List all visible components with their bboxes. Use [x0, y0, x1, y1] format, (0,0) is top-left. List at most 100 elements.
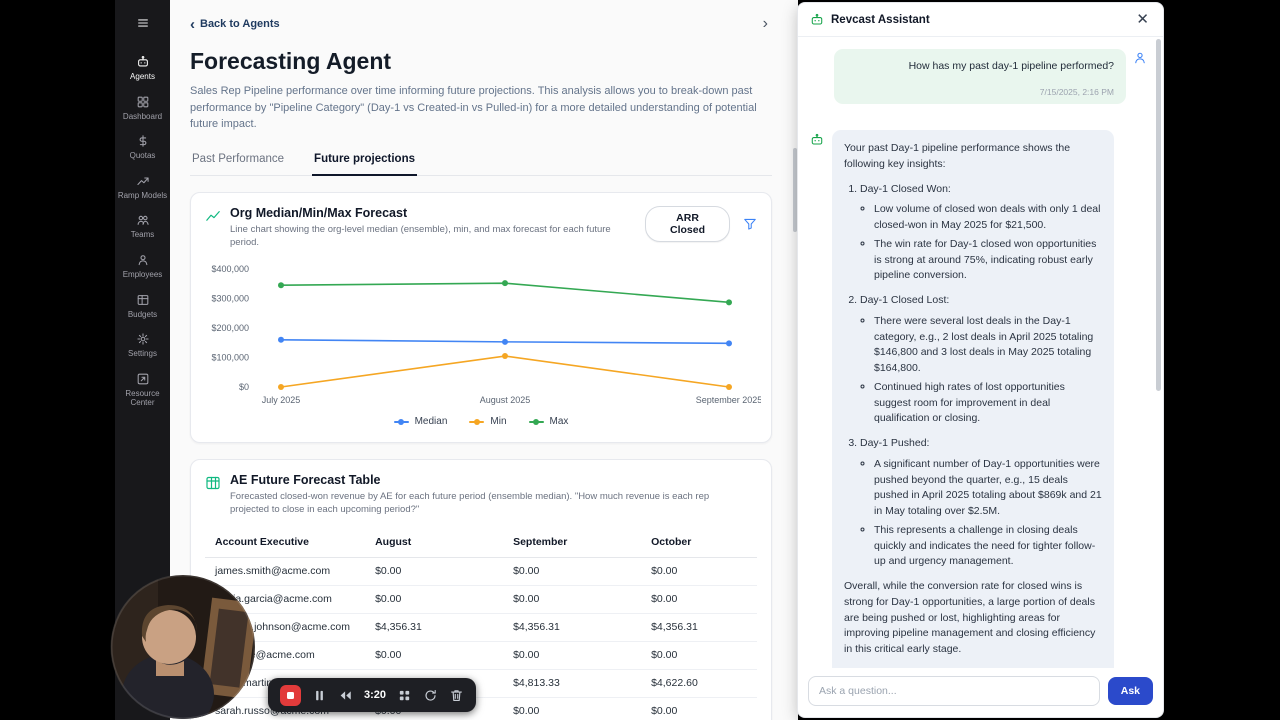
table-cell: $4,356.31 — [641, 613, 757, 642]
grid-icon — [399, 690, 410, 700]
table-cell: $4,356.31 — [503, 613, 642, 642]
sidebar-item-resource-center[interactable]: Resource Center — [118, 372, 168, 408]
insight-section: Day-1 Closed Won: Low volume of closed wo… — [860, 182, 1102, 285]
sidebar-item-quotas[interactable]: Quotas — [118, 134, 168, 161]
arr-closed-button[interactable]: ARR Closed — [645, 205, 730, 242]
app-window: Agents Dashboard Quotas Ramp Models Teams Emp… — [115, 0, 1165, 720]
sidebar-item-employees[interactable]: Employees — [118, 253, 168, 280]
teams-icon — [137, 216, 149, 226]
table-cell: $0.00 — [365, 585, 504, 614]
assistant-header: Revcast Assistant ✕ — [798, 3, 1163, 37]
restart-recording-button[interactable] — [423, 688, 438, 703]
sidebar-item-label: Ramp Models — [117, 190, 168, 200]
robot-icon — [810, 13, 824, 27]
trash-icon — [451, 689, 462, 701]
assistant-followup: If you want, I can also provide recommen… — [844, 667, 1102, 669]
hamburger-icon — [137, 19, 148, 27]
budgets-icon — [137, 294, 148, 305]
legend-item-min[interactable]: Min — [469, 416, 507, 427]
table-cell: $4,356.31 — [365, 613, 504, 642]
back-to-agents-link[interactable]: ‹ Back to Agents — [190, 17, 280, 32]
table-cell: $0.00 — [641, 697, 757, 720]
chart-subtitle: Line chart showing the org-level median … — [230, 223, 611, 248]
svg-text:$100,000: $100,000 — [211, 353, 249, 363]
line-chart-icon — [205, 208, 221, 224]
main-scrollbar[interactable] — [793, 148, 797, 232]
tab-future-projections[interactable]: Future projections — [312, 153, 417, 176]
table-cell: $4,813.33 — [503, 669, 642, 698]
svg-text:$200,000: $200,000 — [211, 323, 249, 333]
sidebar-item-teams[interactable]: Teams — [118, 213, 168, 240]
table-title: AE Future Forecast Table — [230, 473, 381, 488]
table-subtitle: Forecasted closed-won revenue by AE for … — [230, 491, 710, 516]
recorder-toolbar: 3:20 — [268, 678, 477, 712]
assistant-message: Your past Day-1 pipeline performance sho… — [832, 130, 1114, 668]
assistant-message-row: Your past Day-1 pipeline performance sho… — [810, 130, 1147, 668]
assistant-panel: Revcast Assistant ✕ How has my past day-… — [798, 3, 1163, 717]
sidebar-item-label: Agents — [130, 72, 155, 81]
insight-section-title: Day-1 Pushed: — [860, 437, 930, 449]
assistant-intro: Your past Day-1 pipeline performance sho… — [844, 142, 1071, 170]
chevron-right-icon[interactable]: › — [759, 16, 772, 32]
menu-button[interactable] — [132, 12, 154, 34]
page-title: Forecasting Agent — [190, 48, 392, 74]
sidebar-item-label: Settings — [128, 349, 157, 359]
svg-text:July 2025: July 2025 — [262, 395, 301, 405]
rewind-icon — [340, 690, 351, 700]
sidebar-item-ramp-models[interactable]: Ramp Models — [118, 174, 168, 201]
filter-icon[interactable] — [743, 217, 757, 231]
sidebar-item-agents[interactable]: Agents — [118, 55, 168, 82]
chart-card-header: Org Median/Min/Max Forecast Line chart s… — [205, 205, 757, 250]
pause-icon — [316, 690, 323, 700]
chat-scrollbar[interactable] — [1156, 39, 1161, 391]
sidebar-item-label: Dashboard — [122, 111, 163, 121]
table-icon — [205, 475, 221, 491]
table-row: james.smith@acme.com $0.00 $0.00 $0.00 — [205, 557, 757, 586]
chart-legend: Median Min Max — [205, 416, 757, 429]
user-message-row: How has my past day-1 pipeline performed… — [810, 49, 1147, 104]
quotas-icon — [139, 135, 146, 147]
insight-section-title: Day-1 Closed Won: — [860, 182, 951, 195]
chart-card: Org Median/Min/Max Forecast Line chart s… — [190, 191, 772, 444]
settings-icon — [136, 333, 149, 345]
ask-button[interactable]: Ask — [1107, 677, 1153, 705]
sidebar-item-dashboard[interactable]: Dashboard — [118, 95, 168, 122]
recording-time: 3:20 — [364, 689, 387, 701]
main-content: ‹ Back to Agents › Forecasting Agent Sal… — [170, 0, 798, 720]
table-header-row: Account Executive August September October — [205, 526, 757, 558]
discard-button[interactable] — [449, 688, 464, 703]
sidebar-item-settings[interactable]: Settings — [118, 332, 168, 359]
insight-bullet: The win rate for Day-1 closed won opport… — [874, 237, 1102, 284]
table-row: emily.lee@acme.com $0.00 $0.00 $0.00 — [205, 641, 757, 670]
column-header: Account Executive — [205, 526, 366, 558]
insight-bullet: This represents a challenge in closing d… — [874, 523, 1102, 570]
restart-button[interactable] — [338, 688, 353, 703]
svg-text:$300,000: $300,000 — [211, 294, 249, 304]
close-icon[interactable]: ✕ — [1134, 12, 1151, 27]
sidebar-item-label: Resource Center — [125, 388, 160, 408]
refresh-icon — [425, 689, 436, 701]
chevron-left-icon: ‹ — [190, 15, 195, 33]
employees-icon — [138, 255, 147, 266]
stop-icon — [287, 691, 294, 699]
blur-button[interactable] — [397, 688, 412, 703]
sidebar-item-budgets[interactable]: Budgets — [118, 293, 168, 320]
user-icon — [1133, 51, 1147, 65]
sidebar-item-label: Employees — [122, 269, 163, 279]
legend-item-max[interactable]: Max — [528, 416, 568, 427]
dashboard-icon — [137, 96, 148, 107]
stop-recording-button[interactable] — [280, 684, 301, 706]
table-cell: $0.00 — [641, 557, 757, 586]
ask-input[interactable] — [808, 676, 1100, 706]
table-cell: $0.00 — [503, 697, 642, 720]
user-message-text: How has my past day-1 pipeline performed… — [908, 60, 1114, 72]
svg-text:$0: $0 — [239, 382, 249, 392]
insight-list: Day-1 Closed Won: Low volume of closed wo… — [844, 182, 1102, 571]
tab-past-performance[interactable]: Past Performance — [190, 153, 286, 176]
pause-button[interactable] — [312, 688, 327, 703]
legend-item-median[interactable]: Median — [393, 416, 447, 427]
agents-icon — [137, 55, 148, 67]
sidebar-nav: Agents Dashboard Quotas Ramp Models Teams Emp… — [118, 42, 168, 408]
sidebar-item-label: Budgets — [127, 309, 158, 319]
svg-text:$400,000: $400,000 — [211, 264, 249, 274]
